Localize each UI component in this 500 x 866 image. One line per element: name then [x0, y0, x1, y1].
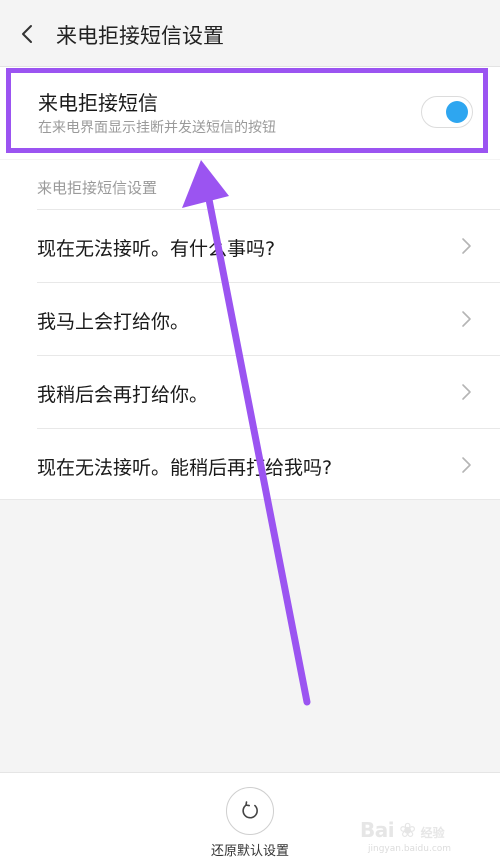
message-text: 我马上会打给你。	[37, 311, 190, 333]
chevron-right-icon	[462, 311, 471, 327]
back-icon[interactable]	[14, 20, 42, 48]
message-item[interactable]: 现在无法接听。有什么事吗?	[0, 210, 500, 282]
chevron-right-icon	[462, 457, 471, 473]
reject-sms-toggle[interactable]	[421, 96, 473, 128]
toggle-knob	[446, 101, 468, 123]
chevron-right-icon	[462, 384, 471, 400]
watermark-sub: 经验	[420, 826, 445, 840]
setting-title: 来电拒接短信	[38, 91, 158, 115]
setting-description: 在来电界面显示挂断并发送短信的按钮	[38, 120, 276, 136]
page-title: 来电拒接短信设置	[56, 24, 224, 48]
chevron-right-icon	[462, 238, 471, 254]
message-text: 现在无法接听。有什么事吗?	[37, 238, 276, 260]
watermark-brand: Bai	[360, 818, 395, 842]
section-header: 来电拒接短信设置	[37, 179, 158, 197]
header-bar: 来电拒接短信设置	[0, 0, 500, 67]
watermark-url: jingyan.baidu.com	[368, 844, 452, 854]
refresh-icon	[242, 801, 258, 819]
message-item[interactable]: 我稍后会再打给你。	[0, 356, 500, 428]
divider	[0, 499, 500, 500]
message-item[interactable]: 我马上会打给你。	[0, 283, 500, 355]
message-text: 我稍后会再打给你。	[37, 384, 209, 406]
reset-defaults-button[interactable]	[226, 787, 274, 835]
message-text: 现在无法接听。能稍后再打给我吗?	[37, 457, 333, 479]
paw-icon: ❀	[399, 818, 416, 842]
message-item[interactable]: 现在无法接听。能稍后再打给我吗?	[0, 429, 500, 501]
reject-sms-setting[interactable]: 来电拒接短信 在来电界面显示挂断并发送短信的按钮	[0, 67, 500, 159]
baidu-watermark: Bai ❀ 经验	[360, 818, 445, 842]
message-list-panel: 来电拒接短信设置 现在无法接听。有什么事吗? 我马上会打给你。 我稍后会再打给你…	[0, 160, 500, 500]
